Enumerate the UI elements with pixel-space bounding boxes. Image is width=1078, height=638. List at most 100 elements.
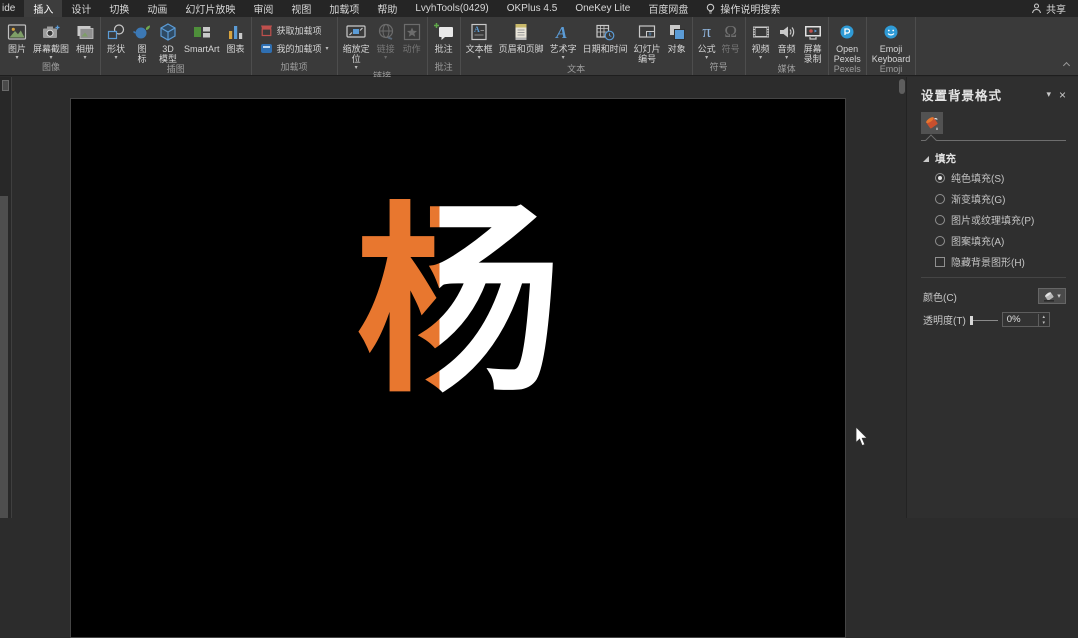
ribbon-button-slide-number[interactable]: # 幻灯片 编号 [631,19,664,64]
button-label: 形状 [107,44,126,54]
header-footer-icon [511,21,531,43]
slide-thumbnail-pane[interactable] [0,77,12,518]
button-label: 动作 [402,44,421,54]
ribbon-button-wordart[interactable]: A 艺术字 ▾ [547,19,580,64]
spin-down-icon[interactable]: ▾ [1043,320,1046,326]
dropdown-caret-icon: ▾ [561,55,565,61]
ribbon-button-zoom-link[interactable]: 缩放定 位 ▾ [340,19,373,71]
dropdown-caret-icon: ▾ [705,55,709,61]
button-label: 文本框 [465,44,493,54]
tab-transitions[interactable]: 切换 [100,0,138,17]
transparency-spinner[interactable]: 0% ▴ ▾ [1001,312,1050,327]
ribbon-button-audio[interactable]: 音频 ▾ [774,19,800,64]
radio-gradient-fill[interactable]: 渐变填充(G) [935,191,1078,206]
tab-indicator-rule [921,134,1066,146]
emoji-keyboard-icon [881,21,901,43]
section-expanded-triangle-icon [923,155,929,162]
ribbon-button-date-time[interactable]: 日期和时间 [580,19,631,64]
fill-tab-button[interactable] [921,112,943,134]
collapse-ribbon-chevron-icon[interactable] [1062,61,1071,70]
ribbon: 图片 ▾ 屏幕截图 ▾ 相册 ▾ 图像 形状 ▾ 图 标 3D 模型 Smart… [0,17,1078,81]
ribbon-button-my-addins[interactable]: 我的加载项 ▾ [260,42,329,55]
transparency-slider[interactable] [969,315,998,325]
ribbon-button-screen-recording[interactable]: 屏幕 录制 [800,19,826,64]
ribbon-button-video[interactable]: 视频 ▾ [748,19,774,64]
pane-close-icon[interactable]: × [1057,88,1068,102]
tell-me-search[interactable]: 操作说明搜索 [697,0,788,17]
ribbon-group-label-illustrations: 插图 [166,64,185,74]
ribbon-button-picture[interactable]: 图片 ▾ [4,19,30,62]
radio-icon [935,235,945,246]
slide-thumbnail[interactable] [2,80,9,91]
button-label: 页眉和页脚 [498,44,544,54]
ribbon-button-icons[interactable]: 图 标 [129,19,155,64]
radio-pattern-fill[interactable]: 图案填充(A) [935,233,1078,248]
thumbnail-scrollbar[interactable] [0,196,8,518]
ribbon-button-shapes[interactable]: 形状 ▾ [103,19,129,64]
tab-review[interactable]: 审阅 [244,0,282,17]
ribbon-button-header-footer[interactable]: 页眉和页脚 [496,19,547,64]
ribbon-button-new-comment[interactable]: 批注 [430,19,458,62]
ribbon-group-label-comments: 批注 [434,62,453,72]
calendar-clock-icon [595,21,615,43]
fill-color-picker-button[interactable]: ▾ [1038,288,1066,304]
tab-okplus[interactable]: OKPlus 4.5 [498,0,567,17]
ribbon-group-addins: 获取加载项 我的加载项 ▾ 加载项 [252,17,338,75]
checkbox-hide-background-graphics[interactable]: 隐藏背景图形(H) [935,254,1078,269]
tab-animations[interactable]: 动画 [138,0,176,17]
ribbon-button-photo-album[interactable]: 相册 ▾ [72,19,98,62]
tell-me-label: 操作说明搜索 [720,5,781,16]
format-background-pane: 设置背景格式 ▾ × 填充 纯色填充(S) 渐变填充(G) 图片或纹理填充(P)… [906,77,1078,518]
button-label: 链接 [376,44,395,54]
pane-menu-caret-icon[interactable]: ▾ [1040,89,1057,100]
ribbon-button-symbol[interactable]: Ω 符号 [719,19,743,62]
ribbon-button-3d-models[interactable]: 3D 模型 [155,19,181,64]
ribbon-button-link[interactable]: 链接 ▾ [373,19,399,71]
tab-addins[interactable]: 加载项 [320,0,368,17]
slide-canvas[interactable]: 杨 杨 [70,98,846,638]
pi-equation-icon: π [702,22,711,41]
svg-text:A: A [474,25,480,34]
button-label: 图片 [7,44,26,54]
menu-bar: ide 插入 设计 切换 动画 幻灯片放映 审阅 视图 加载项 帮助 LvyhT… [0,0,1078,17]
tab-label: 帮助 [377,5,398,16]
ribbon-button-object[interactable]: 对象 [664,19,690,64]
ribbon-button-screenshot[interactable]: 屏幕截图 ▾ [30,19,72,62]
ribbon-button-equation[interactable]: π 公式 ▾ [695,19,719,62]
tab-lvyhtools[interactable]: LvyhTools(0429) [406,0,497,17]
ribbon-button-get-addins[interactable]: 获取加载项 [260,24,329,37]
tab-baidu-pan[interactable]: 百度网盘 [639,0,697,17]
ribbon-group-label-addins: 加载项 [280,62,308,72]
ribbon-button-action[interactable]: 动作 [399,19,425,71]
radio-icon [935,214,945,225]
button-label: 获取加载项 [276,26,322,36]
button-label: 屏幕截图 [33,44,70,54]
ribbon-group-emoji: Emoji Keyboard Emoji [867,17,917,75]
radio-picture-texture-fill[interactable]: 图片或纹理填充(P) [935,212,1078,227]
tab-onekey[interactable]: OneKey Lite [566,0,639,17]
radio-solid-fill[interactable]: 纯色填充(S) [935,170,1078,185]
tab-label: 插入 [33,5,54,16]
tab-label: 百度网盘 [648,5,689,16]
button-label: Open Pexels [833,44,861,64]
tab-islide[interactable]: ide [0,0,24,17]
transparency-value: 0% [1006,314,1021,325]
ribbon-button-emoji-keyboard[interactable]: Emoji Keyboard [869,19,914,64]
tab-slideshow[interactable]: 幻灯片放映 [176,0,244,17]
editing-workspace: 杨 杨 [13,77,906,638]
transparency-label: 透明度(T) [923,316,966,327]
tab-design[interactable]: 设计 [62,0,100,17]
tab-help[interactable]: 帮助 [368,0,406,17]
share-button[interactable]: 共享 [1019,0,1078,17]
ribbon-button-smartart[interactable]: SmartArt [181,19,223,64]
workspace-scrollbar-thumb[interactable] [899,79,905,94]
slide-character-group[interactable]: 杨 杨 [71,199,845,439]
spinner-arrows[interactable]: ▴ ▾ [1037,313,1049,326]
ribbon-button-text-box[interactable]: A 文本框 ▾ [463,19,496,64]
fill-section-header[interactable]: 填充 [923,151,1078,166]
tab-view[interactable]: 视图 [282,0,320,17]
ribbon-button-open-pexels[interactable]: Open Pexels [831,19,864,64]
picture-icon [7,21,27,43]
ribbon-button-chart[interactable]: 图表 [223,19,249,64]
tab-insert[interactable]: 插入 [24,0,63,17]
